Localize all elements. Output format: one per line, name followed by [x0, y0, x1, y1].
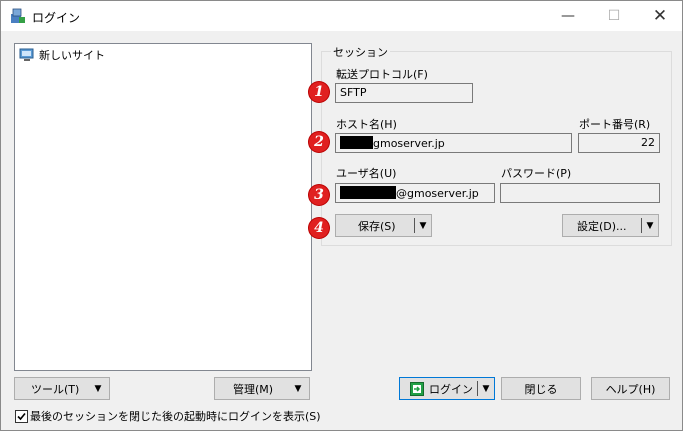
manage-button[interactable]: 管理(M) ▼ [214, 377, 310, 400]
window-title: ログイン [32, 11, 81, 25]
title-bar: ログイン — ☐ ✕ [1, 1, 682, 31]
chevron-down-icon: ▼ [94, 383, 102, 394]
step-marker-1: 1 [309, 82, 329, 102]
session-group-label: セッション [331, 44, 390, 60]
redaction-block [340, 136, 373, 149]
protocol-value: SFTP [340, 86, 367, 99]
tools-button[interactable]: ツール(T) ▼ [14, 377, 110, 400]
close-button[interactable]: 閉じる [501, 377, 581, 400]
checkmark-icon [17, 412, 26, 421]
host-value: gmoserver.jp [373, 137, 445, 150]
tools-button-label: ツール(T) [31, 382, 80, 396]
settings-button-label: 設定(D)... [577, 219, 627, 233]
maximize-button[interactable]: ☐ [591, 1, 637, 31]
manage-button-label: 管理(M) [233, 382, 274, 396]
login-icon [410, 381, 424, 396]
close-button-label: 閉じる [524, 382, 558, 396]
chevron-down-icon[interactable]: ▼ [478, 378, 494, 399]
login-button[interactable]: ログイン ▼ [399, 377, 495, 400]
step-marker-4: 4 [309, 218, 329, 238]
user-value: @gmoserver.jp [396, 187, 479, 200]
minimize-button[interactable]: — [545, 1, 591, 31]
port-label: ポート番号(R) [579, 118, 651, 131]
port-input[interactable]: 22 [578, 133, 660, 153]
tree-item-label: 新しいサイト [39, 49, 105, 62]
chevron-down-icon: ▼ [294, 383, 302, 394]
site-tree[interactable]: 新しいサイト [14, 43, 312, 371]
save-button[interactable]: 保存(S) ▼ [335, 214, 432, 237]
protocol-label: 転送プロトコル(F) [336, 68, 428, 81]
close-window-button[interactable]: ✕ [637, 1, 683, 31]
step-marker-2: 2 [309, 132, 329, 152]
user-input[interactable]: @gmoserver.jp [335, 183, 495, 203]
tree-item-new-site[interactable]: 新しいサイト [19, 47, 105, 63]
user-label: ユーザ名(U) [336, 167, 397, 180]
settings-button[interactable]: 設定(D)... ▼ [562, 214, 659, 237]
show-login-checkbox-label: 最後のセッションを閉じた後の起動時にログインを表示(S) [30, 410, 321, 423]
login-button-label: ログイン [429, 382, 473, 396]
save-button-label: 保存(S) [358, 219, 396, 233]
close-icon: ✕ [652, 6, 668, 26]
host-input[interactable]: gmoserver.jp [335, 133, 572, 153]
login-window: ログイン — ☐ ✕ 新しいサイト ツール(T) ▼ 管理(M) ▼ セッション… [0, 0, 683, 431]
winscp-app-icon [11, 8, 25, 23]
password-label: パスワード(P) [501, 167, 572, 180]
chevron-down-icon[interactable]: ▼ [642, 215, 658, 236]
help-button[interactable]: ヘルプ(H) [591, 377, 670, 400]
host-label: ホスト名(H) [336, 118, 397, 131]
protocol-select[interactable]: SFTP [335, 83, 473, 103]
computer-icon [19, 48, 34, 61]
password-input[interactable] [500, 183, 660, 203]
step-marker-3: 3 [309, 185, 329, 205]
help-button-label: ヘルプ(H) [605, 382, 656, 396]
minimize-icon: — [561, 8, 575, 24]
redaction-block [340, 186, 396, 199]
maximize-icon: ☐ [607, 8, 621, 24]
chevron-down-icon[interactable]: ▼ [415, 215, 431, 236]
port-value: 22 [641, 136, 655, 149]
show-login-checkbox[interactable] [15, 410, 28, 423]
